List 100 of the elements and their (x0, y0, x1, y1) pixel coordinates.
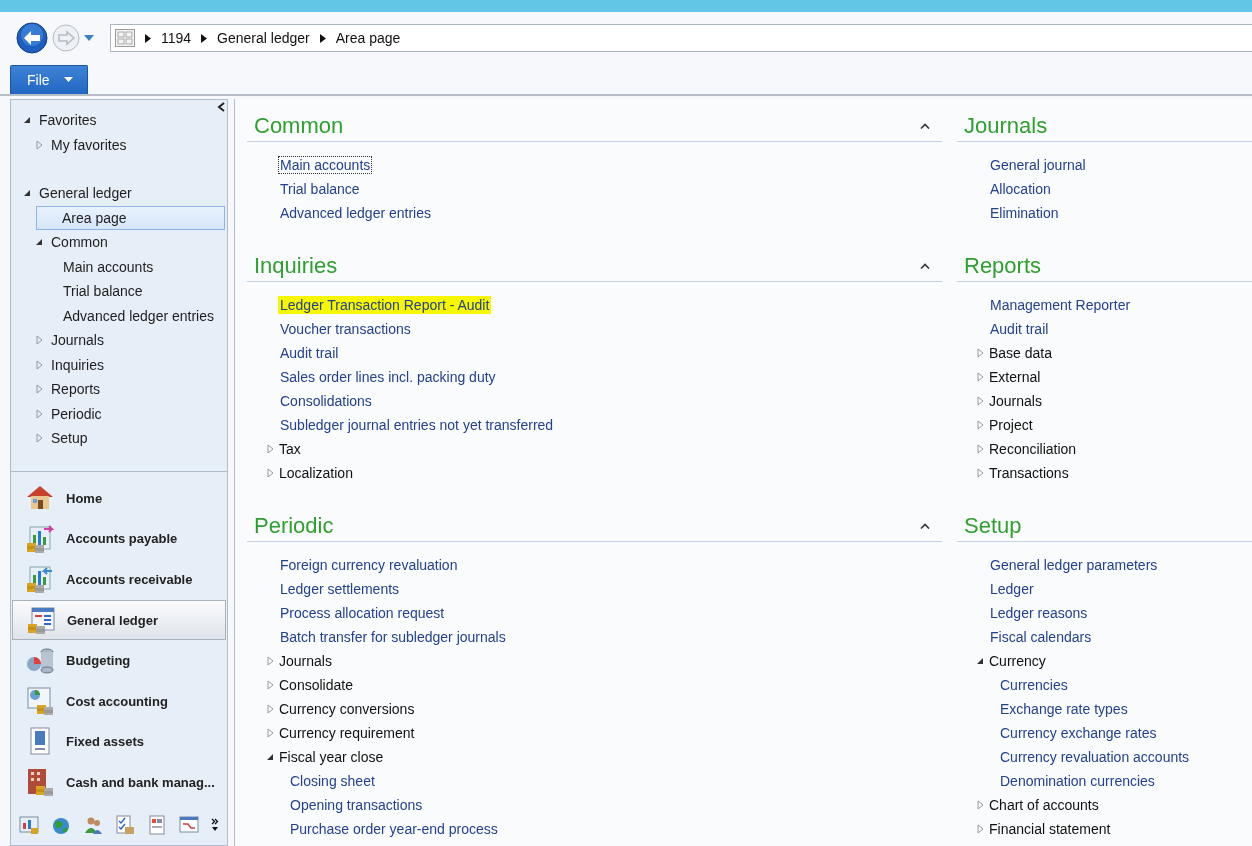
tree-item[interactable]: Journals (33, 328, 225, 353)
collapsed-arrow-icon[interactable] (266, 728, 274, 738)
collapsed-arrow-icon[interactable] (35, 139, 43, 150)
tree-item[interactable]: Advanced ledger entries (45, 303, 225, 328)
menu-link[interactable]: Elimination (988, 204, 1061, 222)
folder-item[interactable]: External (988, 369, 1042, 385)
dropdown-arrow-icon[interactable] (84, 34, 94, 42)
breadcrumb-link[interactable]: 1194 (161, 30, 192, 46)
collapsed-arrow-icon[interactable] (976, 468, 984, 478)
collapsed-arrow-icon[interactable] (266, 680, 274, 690)
module-button[interactable]: Home (12, 478, 226, 519)
tree-item[interactable]: Area page (36, 205, 225, 230)
tree-item[interactable]: General ledger (11, 181, 225, 206)
folder-item[interactable]: Currency conversions (278, 701, 416, 717)
collapsed-arrow-icon[interactable] (266, 468, 274, 478)
menu-link[interactable]: Trial balance (278, 180, 362, 198)
menu-link[interactable]: General journal (988, 156, 1088, 174)
file-menu-button[interactable]: File (10, 65, 88, 94)
separator-arrow-icon[interactable] (319, 33, 326, 43)
collapse-pane-icon[interactable] (217, 102, 225, 112)
expanded-arrow-icon[interactable] (266, 753, 274, 761)
menu-link[interactable]: Advanced ledger entries (278, 204, 433, 222)
window-icon[interactable] (179, 814, 199, 835)
menu-link[interactable]: Batch transfer for subledger journals (278, 628, 508, 646)
menu-link[interactable]: Ledger (988, 580, 1036, 598)
folder-item[interactable]: Journals (278, 653, 333, 669)
collapsed-arrow-icon[interactable] (976, 444, 984, 454)
folder-item[interactable]: Consolidate (278, 677, 354, 693)
menu-link[interactable]: Currency exchange rates (998, 724, 1159, 742)
collapsed-arrow-icon[interactable] (266, 444, 274, 454)
menu-link[interactable]: Ledger reasons (988, 604, 1090, 622)
address-bar[interactable]: 1194 General ledger Area page (110, 24, 1252, 52)
folder-item[interactable]: Journals (988, 393, 1043, 409)
collapsed-arrow-icon[interactable] (976, 824, 984, 834)
menu-link[interactable]: Currency revaluation accounts (998, 748, 1192, 766)
collapsed-arrow-icon[interactable] (266, 704, 274, 714)
tree-item[interactable]: Main accounts (45, 254, 225, 279)
folder-item[interactable]: Base data (988, 345, 1054, 361)
tree-item[interactable]: Setup (33, 426, 225, 451)
menu-link[interactable]: Main accounts (278, 156, 373, 174)
checklist-icon[interactable] (115, 814, 135, 835)
menu-link[interactable]: Audit trail (278, 344, 341, 362)
menu-link[interactable]: Allocation (988, 180, 1053, 198)
module-button[interactable]: Cost accounting (12, 680, 226, 722)
collapsed-arrow-icon[interactable] (35, 359, 43, 370)
menu-link[interactable]: Consolidations (278, 392, 374, 410)
collapsed-arrow-icon[interactable] (35, 384, 43, 395)
back-button[interactable] (16, 22, 48, 54)
menu-link[interactable]: Subledger journal entries not yet transferred (278, 416, 556, 434)
menu-link[interactable]: Exchange rate types (998, 700, 1130, 718)
chart-icon[interactable] (19, 814, 39, 835)
grid-icon[interactable] (115, 29, 135, 47)
collapsed-arrow-icon[interactable] (266, 656, 274, 666)
module-button[interactable]: General ledger (12, 599, 226, 641)
folder-item[interactable]: Project (988, 417, 1034, 433)
menu-link[interactable]: Management Reporter (988, 296, 1133, 314)
collapse-section-icon[interactable] (920, 263, 930, 269)
menu-link[interactable]: Ledger Transaction Report - Audit (278, 296, 492, 314)
form-icon[interactable] (147, 814, 167, 835)
collapsed-arrow-icon[interactable] (976, 420, 984, 430)
tree-item[interactable]: My favorites (33, 132, 225, 157)
collapsed-arrow-icon[interactable] (976, 800, 984, 810)
menu-link[interactable]: Closing sheet (288, 772, 377, 790)
menu-link[interactable]: Sales order lines incl. packing duty (278, 368, 498, 386)
folder-item[interactable]: Reconciliation (988, 441, 1078, 457)
collapsed-arrow-icon[interactable] (35, 408, 43, 419)
breadcrumb-link[interactable]: General ledger (217, 30, 310, 46)
separator-arrow-icon[interactable] (201, 33, 208, 43)
tree-item[interactable]: Favorites (11, 108, 225, 133)
expanded-arrow-icon[interactable] (976, 657, 984, 665)
menu-link[interactable]: Currencies (998, 676, 1070, 694)
folder-item[interactable]: Currency requirement (278, 725, 416, 741)
folder-item[interactable]: Localization (278, 465, 354, 481)
collapsed-arrow-icon[interactable] (35, 335, 43, 346)
folder-item[interactable]: Financial statement (988, 821, 1112, 837)
module-button[interactable]: Accounts payable (12, 518, 226, 560)
breadcrumb-link[interactable]: Area page (335, 30, 401, 46)
expanded-arrow-icon[interactable] (23, 116, 31, 125)
menu-link[interactable]: Ledger settlements (278, 580, 402, 598)
folder-item[interactable]: Chart of accounts (988, 797, 1100, 813)
collapse-section-icon[interactable] (920, 123, 930, 129)
tree-item[interactable]: Reports (33, 377, 225, 402)
tree-item[interactable]: Inquiries (33, 352, 225, 377)
menu-link[interactable]: Audit trail (988, 320, 1051, 338)
tree-item[interactable]: Periodic (33, 401, 225, 426)
menu-link[interactable]: Opening transactions (288, 796, 425, 814)
menu-link[interactable]: Purchase order year-end process (288, 820, 500, 838)
menu-link[interactable]: Foreign currency revaluation (278, 556, 460, 574)
overflow-chevron-icon[interactable] (211, 817, 219, 832)
menu-link[interactable]: Process allocation request (278, 604, 447, 622)
tree-item[interactable]: Trial balance (45, 279, 225, 304)
expanded-arrow-icon[interactable] (35, 238, 43, 247)
collapse-section-icon[interactable] (920, 523, 930, 529)
collapsed-arrow-icon[interactable] (976, 348, 984, 358)
module-button[interactable]: Cash and bank manag... (12, 762, 226, 803)
menu-link[interactable]: Denomination currencies (998, 772, 1157, 790)
folder-item[interactable]: Transactions (988, 465, 1070, 481)
expanded-arrow-icon[interactable] (23, 189, 31, 198)
menu-link[interactable]: Fiscal calendars (988, 628, 1094, 646)
folder-item[interactable]: Tax (278, 441, 302, 457)
